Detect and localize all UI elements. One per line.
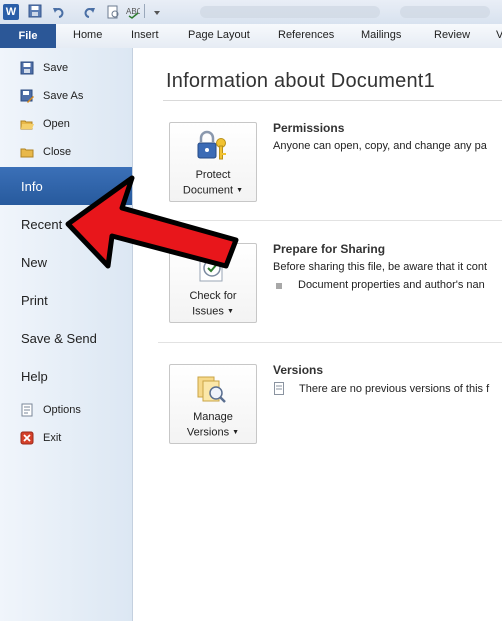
title-rule	[163, 100, 502, 101]
svg-text:ABC: ABC	[126, 7, 140, 16]
tab-references[interactable]: References	[278, 29, 334, 41]
options-command[interactable]: Options	[0, 397, 132, 423]
nav-new[interactable]: New	[0, 243, 132, 281]
lock-key-icon	[195, 130, 229, 164]
save-command[interactable]: Save	[0, 55, 132, 81]
folder-open-icon	[20, 117, 34, 131]
manage-versions-button[interactable]: Manage Versions ▼	[169, 364, 257, 444]
title-bar: W ABC	[0, 0, 502, 25]
nav-help[interactable]: Help	[0, 357, 132, 395]
permissions-title: Permissions	[273, 121, 345, 135]
backstage-nav: Save Save As Open Close Info Recent New …	[0, 48, 133, 621]
redo-icon[interactable]	[82, 4, 96, 20]
open-command[interactable]: Open	[0, 111, 132, 137]
customize-icon[interactable]	[152, 4, 162, 20]
versions-icon	[195, 372, 229, 406]
window-title-blurred	[400, 6, 490, 18]
nav-save-send[interactable]: Save & Send	[0, 319, 132, 357]
permissions-desc: Anyone can open, copy, and change any pa	[273, 140, 487, 152]
section-divider	[158, 220, 502, 221]
ribbon-tabs: File Home Insert Page Layout References …	[0, 24, 502, 49]
print-preview-icon[interactable]	[106, 4, 120, 20]
versions-desc: There are no previous versions of this f	[299, 383, 490, 395]
close-label: Close	[43, 146, 72, 158]
tab-insert[interactable]: Insert	[131, 29, 159, 41]
save-icon	[20, 61, 34, 75]
save-as-label: Save As	[43, 90, 84, 102]
bullet-icon	[276, 283, 282, 289]
options-icon	[20, 403, 34, 417]
toolbar-separator	[144, 4, 145, 18]
tab-file[interactable]: File	[0, 24, 56, 48]
folder-close-icon	[20, 145, 34, 159]
save-as-icon	[20, 89, 34, 103]
check-line2: Issues ▼	[192, 305, 234, 318]
sharing-title: Prepare for Sharing	[273, 242, 386, 256]
open-label: Open	[43, 118, 70, 130]
page-title: Information about Document1	[166, 70, 435, 92]
check-for-issues-button[interactable]: Check for Issues ▼	[169, 243, 257, 323]
options-label: Options	[43, 404, 81, 416]
tab-view[interactable]: V	[496, 29, 502, 41]
save-icon[interactable]	[28, 4, 42, 18]
sharing-desc: Before sharing this file, be aware that …	[273, 261, 488, 273]
save-label: Save	[43, 62, 69, 74]
document-version-icon	[274, 382, 285, 395]
check-line1: Check for	[189, 290, 237, 302]
save-as-command[interactable]: Save As	[0, 83, 132, 109]
close-command[interactable]: Close	[0, 139, 132, 165]
tab-review[interactable]: Review	[434, 29, 470, 41]
exit-label: Exit	[43, 432, 62, 444]
tab-home[interactable]: Home	[73, 29, 102, 41]
checklist-icon	[195, 251, 229, 285]
manage-line2: Versions ▼	[186, 426, 240, 439]
nav-recent[interactable]: Recent	[0, 205, 132, 243]
tab-mailings[interactable]: Mailings	[361, 29, 401, 41]
protect-document-button[interactable]: Protect Document ▼	[169, 122, 257, 202]
tab-page-layout[interactable]: Page Layout	[188, 29, 250, 41]
manage-line1: Manage	[193, 411, 233, 423]
undo-icon[interactable]	[52, 4, 66, 20]
sharing-bullet: Document properties and author's nan	[298, 279, 485, 291]
info-pane: Information about Document1 Protect Docu…	[133, 48, 502, 621]
spelling-icon[interactable]: ABC	[126, 4, 140, 20]
nav-print[interactable]: Print	[0, 281, 132, 319]
versions-title: Versions	[273, 363, 324, 377]
section-divider	[158, 342, 502, 343]
exit-command[interactable]: Exit	[0, 425, 132, 451]
window-title-blurred	[200, 6, 380, 18]
word-logo-icon[interactable]: W	[3, 4, 19, 20]
protect-line1: Protect	[195, 169, 231, 181]
exit-icon	[20, 431, 34, 445]
nav-info[interactable]: Info	[0, 167, 132, 205]
protect-line2: Document ▼	[182, 184, 244, 197]
